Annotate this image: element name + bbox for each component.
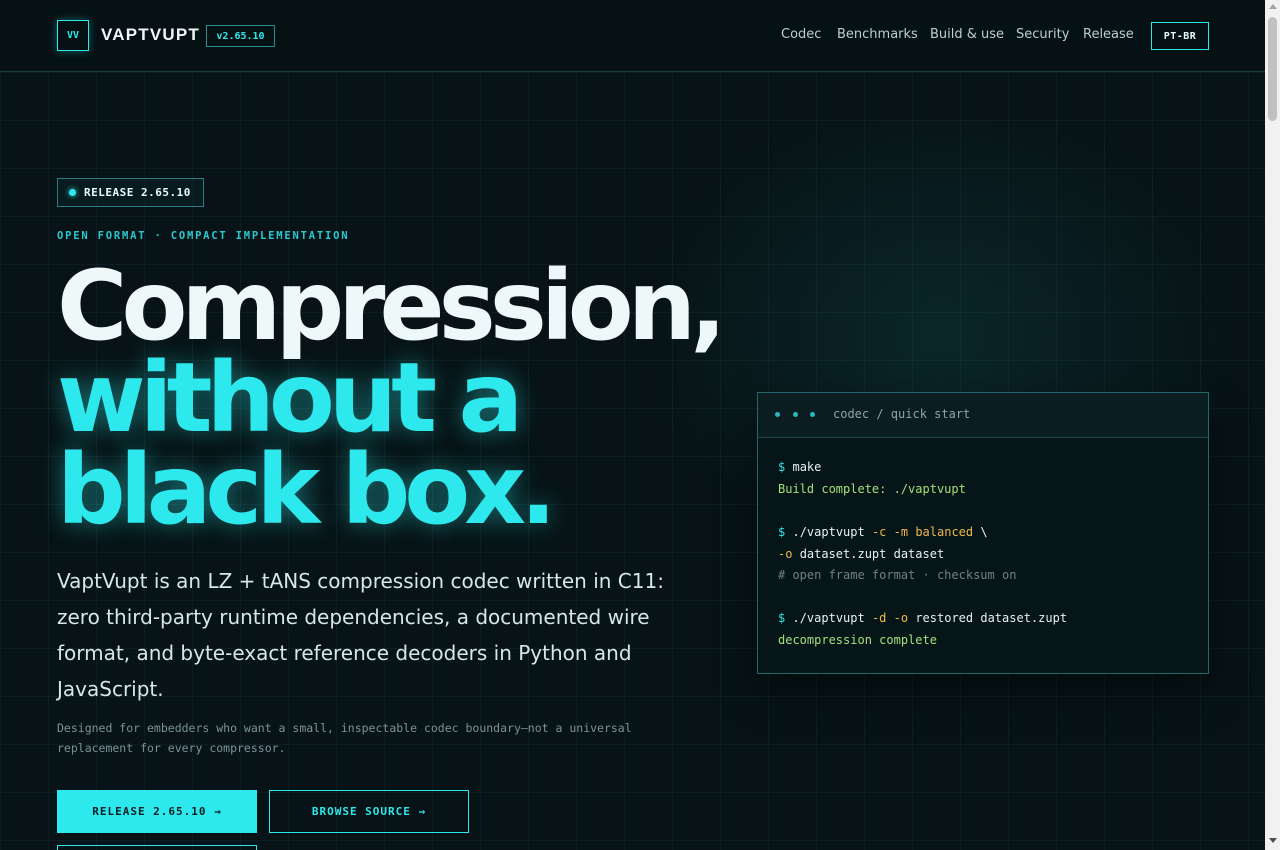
- release-chip[interactable]: RELEASE 2.65.10: [57, 178, 204, 207]
- language-toggle-button[interactable]: PT-BR: [1151, 22, 1209, 50]
- nav-link-benchmarks[interactable]: Benchmarks: [837, 27, 918, 42]
- brand-name[interactable]: VAPTVUPT: [101, 25, 200, 45]
- scroll-up-arrow-icon[interactable]: [1269, 4, 1277, 9]
- nav-link-release[interactable]: Release: [1083, 27, 1134, 42]
- terminal-line: $ make: [778, 460, 822, 474]
- terminal-line: Build complete: ./vaptvupt: [778, 482, 966, 496]
- page-scrollbar[interactable]: [1265, 0, 1280, 850]
- window-dot-icon: [810, 412, 815, 417]
- terminal-line: $ ./vaptvupt -d -o restored dataset.zupt: [778, 611, 1068, 625]
- release-button[interactable]: RELEASE 2.65.10 →: [57, 790, 257, 833]
- logo-mark[interactable]: VV: [57, 20, 89, 51]
- quick-start-terminal: codec / quick start $ make Build complet…: [757, 392, 1209, 674]
- scroll-down-arrow-icon[interactable]: [1269, 838, 1277, 843]
- hero-lead-text: VaptVupt is an LZ + tANS compression cod…: [57, 569, 664, 701]
- third-button-partial[interactable]: [57, 845, 257, 850]
- terminal-line: -o dataset.zupt dataset: [778, 547, 945, 561]
- nav-link-codec[interactable]: Codec: [781, 27, 821, 42]
- nav-link-security[interactable]: Security: [1016, 27, 1069, 42]
- scrollbar-thumb[interactable]: [1268, 17, 1277, 121]
- terminal-header: codec / quick start: [758, 393, 1208, 438]
- headline-line-1: Compression,: [57, 250, 727, 362]
- window-dot-icon: [775, 412, 780, 417]
- browse-source-button[interactable]: BROWSE SOURCE →: [269, 790, 469, 833]
- terminal-line: # open frame format · checksum on: [778, 568, 1017, 582]
- headline-line-3: black box.: [57, 434, 557, 546]
- terminal-line: decompression complete: [778, 633, 937, 647]
- status-dot-icon: [69, 189, 76, 196]
- headline-line-2: without a: [57, 342, 523, 454]
- top-nav-bar: VV VAPTVUPT v2.65.10 Codec Benchmarks Bu…: [0, 0, 1265, 72]
- hero-eyebrow: OPEN FORMAT · COMPACT IMPLEMENTATION: [57, 230, 350, 242]
- nav-link-build-use[interactable]: Build & use: [930, 27, 1004, 42]
- window-dot-icon: [793, 412, 798, 417]
- terminal-title: codec / quick start: [833, 407, 971, 421]
- release-chip-label: RELEASE 2.65.10: [84, 186, 191, 199]
- terminal-line: $ ./vaptvupt -c -m balanced \: [778, 525, 988, 539]
- hero-note-text: Designed for embedders who want a small,…: [57, 721, 632, 755]
- version-badge: v2.65.10: [206, 25, 275, 47]
